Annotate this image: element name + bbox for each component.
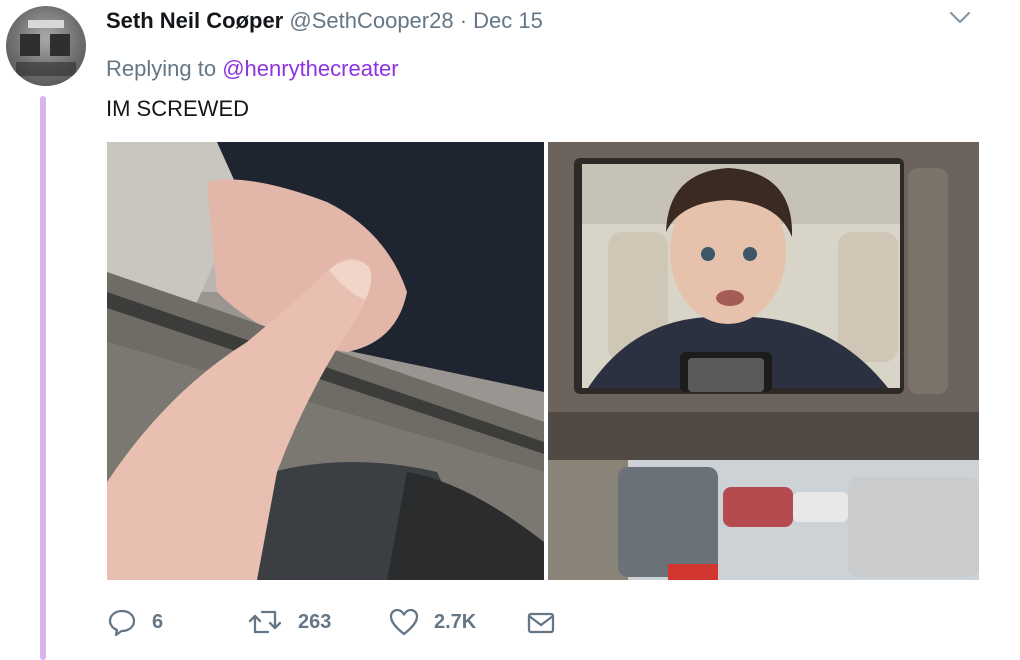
photo-left[interactable] <box>107 142 544 580</box>
reply-action[interactable]: 6 <box>106 604 163 640</box>
heart-icon[interactable] <box>388 606 420 638</box>
reply-icon[interactable] <box>106 606 138 638</box>
photo-right[interactable] <box>548 142 979 580</box>
author-name[interactable]: Seth Neil Coøper <box>106 8 283 33</box>
like-action[interactable]: 2.7K <box>388 604 476 640</box>
chevron-down-icon[interactable] <box>946 6 974 30</box>
replying-prefix: Replying to <box>106 56 217 81</box>
reply-count: 6 <box>152 610 164 633</box>
tweet-text: IM SCREWED <box>106 96 249 121</box>
separator-dot: · <box>459 8 468 33</box>
tweet-header: Seth Neil Coøper @SethCooper28 · Dec 15 <box>106 8 543 34</box>
message-action[interactable] <box>526 604 556 640</box>
photo-left-image <box>107 142 544 580</box>
reply-mention-link[interactable]: @henrythecreater <box>222 56 398 81</box>
envelope-icon[interactable] <box>526 607 556 637</box>
tweet-date[interactable]: Dec 15 <box>473 8 543 33</box>
retweet-action[interactable]: 263 <box>246 604 331 640</box>
retweet-icon[interactable] <box>246 606 284 638</box>
photo-right-image <box>548 142 979 580</box>
replying-to: Replying to @henrythecreater <box>106 56 399 82</box>
like-count: 2.7K <box>434 610 477 633</box>
author-handle[interactable]: @SethCooper28 <box>289 8 453 33</box>
retweet-count: 263 <box>298 610 332 633</box>
avatar[interactable] <box>6 6 86 86</box>
thread-line <box>40 96 46 660</box>
